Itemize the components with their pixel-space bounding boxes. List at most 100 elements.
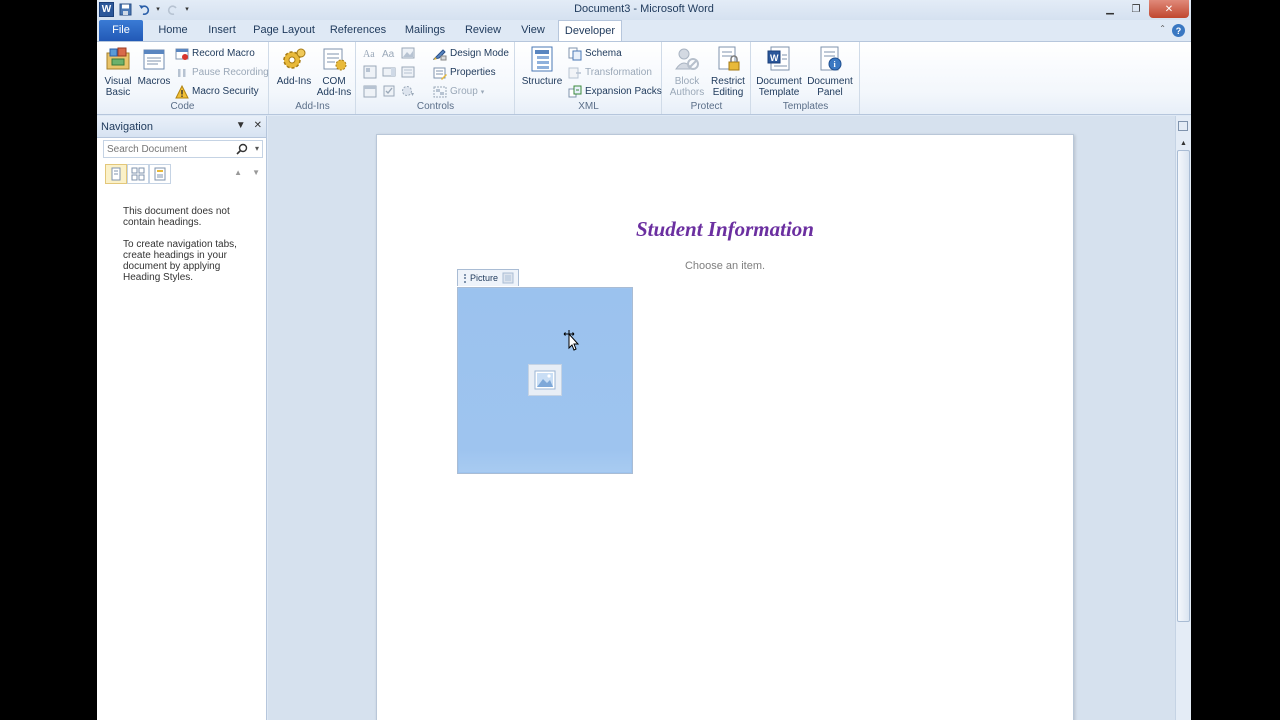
tab-insert[interactable]: Insert [201, 20, 243, 41]
drop-down-list-control-icon[interactable] [401, 65, 415, 79]
macros-label: Macros [137, 76, 171, 87]
transformation-button[interactable]: Transformation [568, 64, 652, 81]
date-picker-control-icon[interactable] [363, 84, 377, 98]
scroll-thumb[interactable] [1177, 150, 1190, 622]
document-title[interactable]: Student Information [377, 217, 1073, 242]
visual-basic-button[interactable]: Visual Basic [101, 45, 135, 98]
search-options-dropdown-icon[interactable]: ▾ [255, 144, 259, 153]
restrict-editing-label: Restrict Editing [711, 76, 745, 98]
combo-box-control-icon[interactable] [382, 65, 396, 79]
tab-home[interactable]: Home [151, 20, 195, 41]
schema-button[interactable]: Schema [568, 45, 622, 62]
results-view-icon [154, 167, 166, 181]
scroll-up-icon[interactable]: ▲ [1176, 136, 1191, 150]
svg-text:▾: ▾ [411, 92, 414, 98]
pages-view-icon [131, 167, 145, 181]
help-icon[interactable]: ? [1172, 24, 1185, 37]
tab-developer[interactable]: Developer [558, 20, 622, 41]
picture-control-tag[interactable]: Picture [457, 269, 520, 286]
add-ins-label: Add-Ins [276, 76, 312, 87]
restrict-editing-icon [714, 45, 742, 73]
search-icon[interactable] [236, 143, 248, 155]
tab-review[interactable]: Review [463, 20, 503, 41]
nav-close-icon[interactable]: ✕ [254, 120, 262, 131]
pause-recording-button[interactable]: Pause Recording [175, 64, 269, 81]
record-macro-label: Record Macro [192, 48, 255, 59]
document-panel-button[interactable]: i Document Panel [804, 45, 856, 98]
picture-content-control[interactable] [457, 287, 633, 474]
restrict-editing-button[interactable]: Restrict Editing [707, 45, 749, 98]
block-authors-button[interactable]: Block Authors [665, 45, 709, 98]
record-macro-icon [175, 48, 189, 60]
block-authors-label: Block Authors [669, 76, 705, 98]
search-document-input[interactable] [104, 141, 232, 157]
design-mode-button[interactable]: Design Mode [433, 45, 509, 62]
macros-icon [140, 45, 168, 73]
rich-text-control-icon[interactable]: Aa [363, 46, 377, 60]
design-mode-label: Design Mode [450, 48, 509, 59]
tab-references[interactable]: References [329, 20, 387, 41]
record-macro-button[interactable]: Record Macro [175, 45, 255, 62]
svg-text:W: W [770, 53, 779, 63]
navigation-view-tabs [105, 164, 171, 184]
visual-basic-label: Visual Basic [104, 76, 132, 98]
navigation-message: This document does not contain headings.… [123, 206, 253, 294]
word-window: W ▾ ▾ Document3 - Microsoft Word ▁ ❐ ✕ F… [97, 0, 1191, 720]
macro-security-button[interactable]: Macro Security [175, 83, 259, 100]
vertical-scrollbar[interactable]: ▲ [1175, 116, 1191, 720]
minimize-ribbon-icon[interactable]: ⌃ [1159, 24, 1166, 37]
properties-button[interactable]: Properties [433, 64, 496, 81]
macros-button[interactable]: Macros [137, 45, 171, 87]
tab-file[interactable]: File [99, 20, 143, 41]
tab-page-layout[interactable]: Page Layout [251, 20, 317, 41]
group-protect-label: Protect [690, 101, 723, 112]
nav-options-dropdown-icon[interactable]: ▼ [236, 120, 246, 131]
close-icon[interactable]: ✕ [1149, 0, 1189, 18]
restore-icon[interactable]: ❐ [1123, 0, 1149, 18]
com-add-ins-button[interactable]: COM Add-Ins [314, 45, 354, 98]
group-dropdown-icon: ▾ [480, 88, 485, 96]
group-add-ins: Add-Ins COM Add-Ins Add-Ins [270, 42, 356, 114]
plain-text-control-icon[interactable]: Aa [382, 46, 396, 60]
picture-control-options-icon[interactable] [502, 272, 514, 284]
macro-security-label: Macro Security [192, 86, 259, 97]
window-title: Document3 - Microsoft Word [574, 3, 714, 15]
browse-headings-tab[interactable] [105, 164, 127, 184]
com-add-ins-icon [320, 45, 348, 73]
group-button[interactable]: Group ▾ [433, 83, 484, 100]
expansion-packs-icon [568, 85, 582, 97]
search-document-box: ▾ [103, 140, 263, 158]
structure-label: Structure [521, 76, 563, 87]
document-template-button[interactable]: W Document Template [754, 45, 804, 98]
expansion-packs-label: Expansion Packs [585, 86, 662, 97]
svg-text:Aa: Aa [363, 49, 375, 60]
legacy-tools-icon[interactable]: ▾ [401, 84, 415, 98]
document-template-icon: W [765, 45, 793, 73]
add-ins-button[interactable]: Add-Ins [274, 45, 314, 87]
view-ruler-icon[interactable] [1178, 121, 1188, 131]
pause-icon [178, 68, 186, 77]
structure-icon [528, 45, 556, 73]
picture-placeholder-icon[interactable] [528, 364, 562, 396]
building-block-control-icon[interactable] [363, 65, 377, 79]
ribbon-controls: ⌃ ? [1159, 24, 1185, 37]
check-box-control-icon[interactable] [382, 84, 396, 98]
properties-icon [433, 67, 447, 80]
schema-icon [568, 47, 582, 60]
expansion-packs-button[interactable]: Expansion Packs [568, 83, 662, 100]
tab-view[interactable]: View [517, 20, 549, 41]
picture-control-icon[interactable] [401, 46, 415, 60]
document-template-label: Document Template [756, 76, 802, 98]
previous-result-icon[interactable]: ▲ [234, 168, 242, 177]
pause-recording-label: Pause Recording [192, 67, 269, 78]
tab-mailings[interactable]: Mailings [401, 20, 449, 41]
document-page[interactable]: Student Information Choose an item. Pict… [376, 134, 1074, 720]
next-result-icon[interactable]: ▼ [252, 168, 260, 177]
structure-button[interactable]: Structure [520, 45, 564, 87]
browse-pages-tab[interactable] [127, 164, 149, 184]
visual-basic-icon [104, 45, 132, 73]
drag-handle-icon[interactable] [464, 273, 466, 283]
minimize-icon[interactable]: ▁ [1097, 0, 1123, 18]
browse-results-tab[interactable] [149, 164, 171, 184]
group-protect: Block Authors Restrict Editing Protect [663, 42, 751, 114]
